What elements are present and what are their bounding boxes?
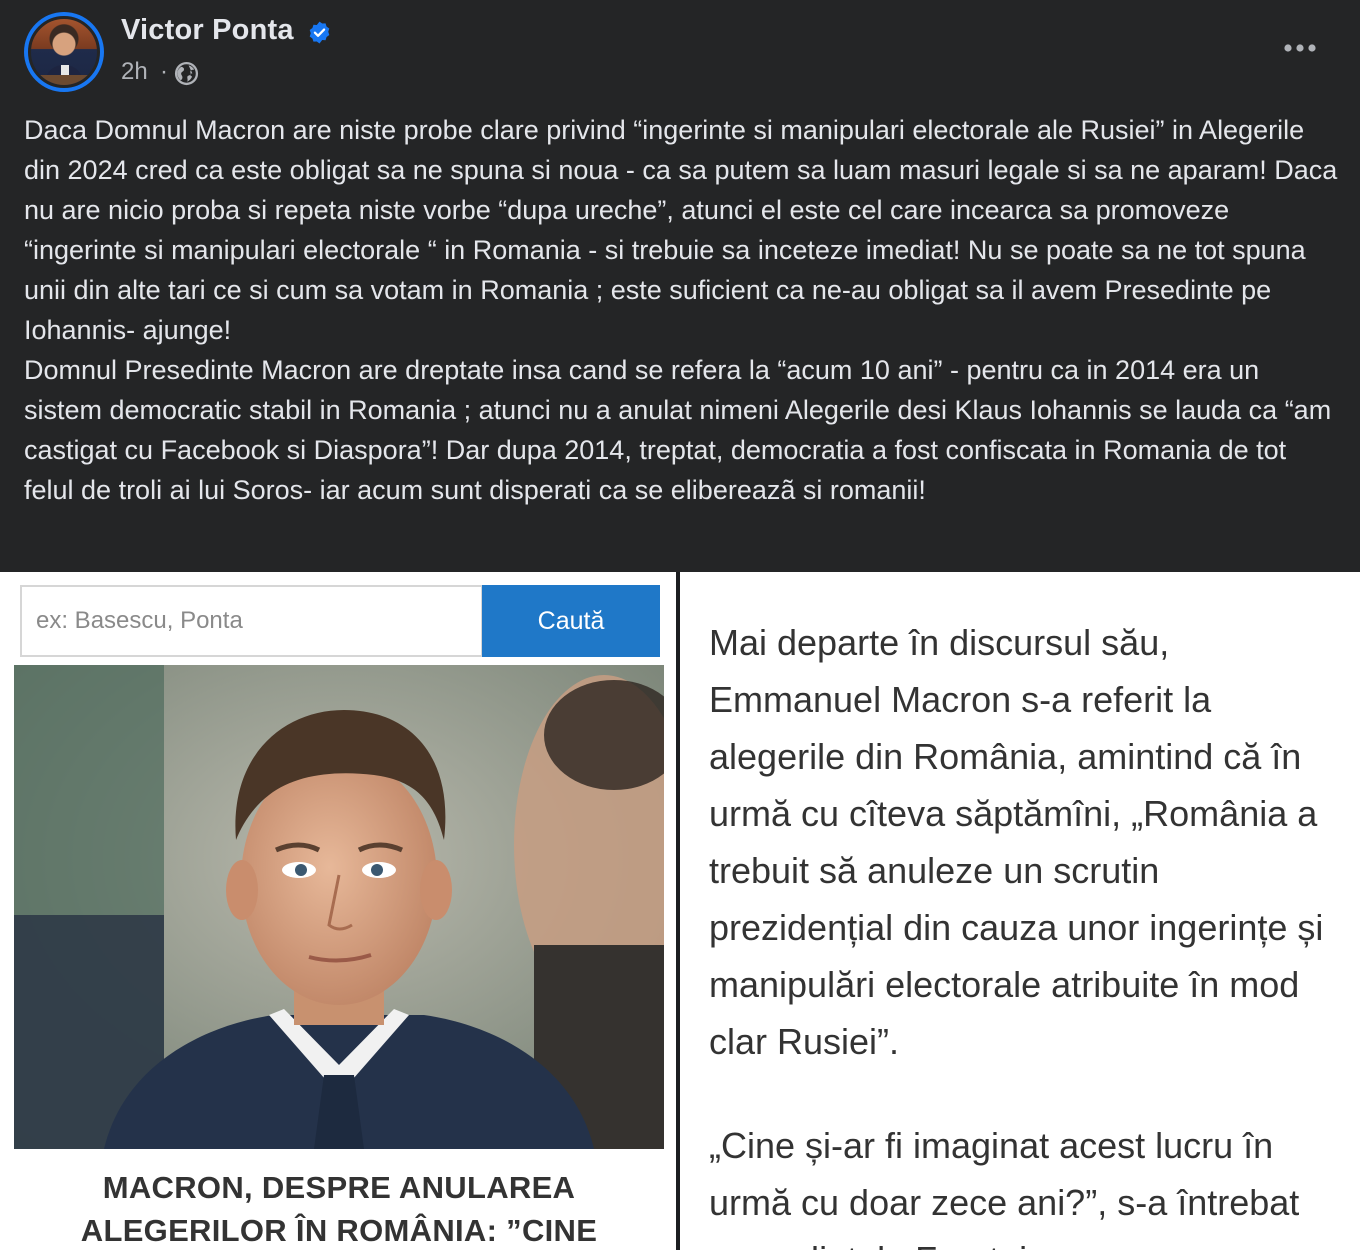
meta-separator: · (160, 58, 168, 85)
facebook-post: Victor Ponta 2h · Daca Domnul Macron are… (0, 0, 1360, 1250)
more-options-icon[interactable] (1280, 36, 1320, 60)
excerpt-paragraph: Mai departe în discursul său, Emmanuel M… (709, 622, 1324, 1062)
article-photo (14, 665, 664, 1149)
article-excerpt: Mai departe în discursul său, Emmanuel M… (709, 614, 1329, 1250)
post-paragraph: Domnul Presedinte Macron are dreptate in… (24, 355, 1332, 505)
author-avatar[interactable] (24, 12, 104, 92)
search-input[interactable] (20, 585, 483, 657)
search-button[interactable]: Caută (482, 585, 660, 657)
headline-line: MACRON, DESPRE ANULAREA (102, 1170, 576, 1205)
avatar-photo (28, 16, 100, 88)
post-message: Daca Domnul Macron are niste probe clare… (24, 110, 1340, 510)
post-media[interactable]: Caută (0, 572, 1360, 1250)
article-headline[interactable]: MACRON, DESPRE ANULAREA ALEGERILOR ÎN RO… (14, 1166, 664, 1250)
post-timestamp[interactable]: 2h (121, 58, 148, 86)
portrait-illustration (14, 665, 664, 1149)
post-header: Victor Ponta 2h · (0, 0, 1360, 100)
post-paragraph: Daca Domnul Macron are niste probe clare… (24, 115, 1338, 345)
verified-badge-icon (309, 21, 330, 44)
excerpt-paragraph: „Cine și-ar fi imaginat acest lucru în u… (709, 1125, 1300, 1250)
headline-line: ALEGERILOR ÎN ROMÂNIA: ”CINE (80, 1213, 598, 1248)
author-name[interactable]: Victor Ponta (121, 14, 294, 47)
globe-icon[interactable] (174, 61, 199, 86)
image-divider (676, 572, 680, 1250)
